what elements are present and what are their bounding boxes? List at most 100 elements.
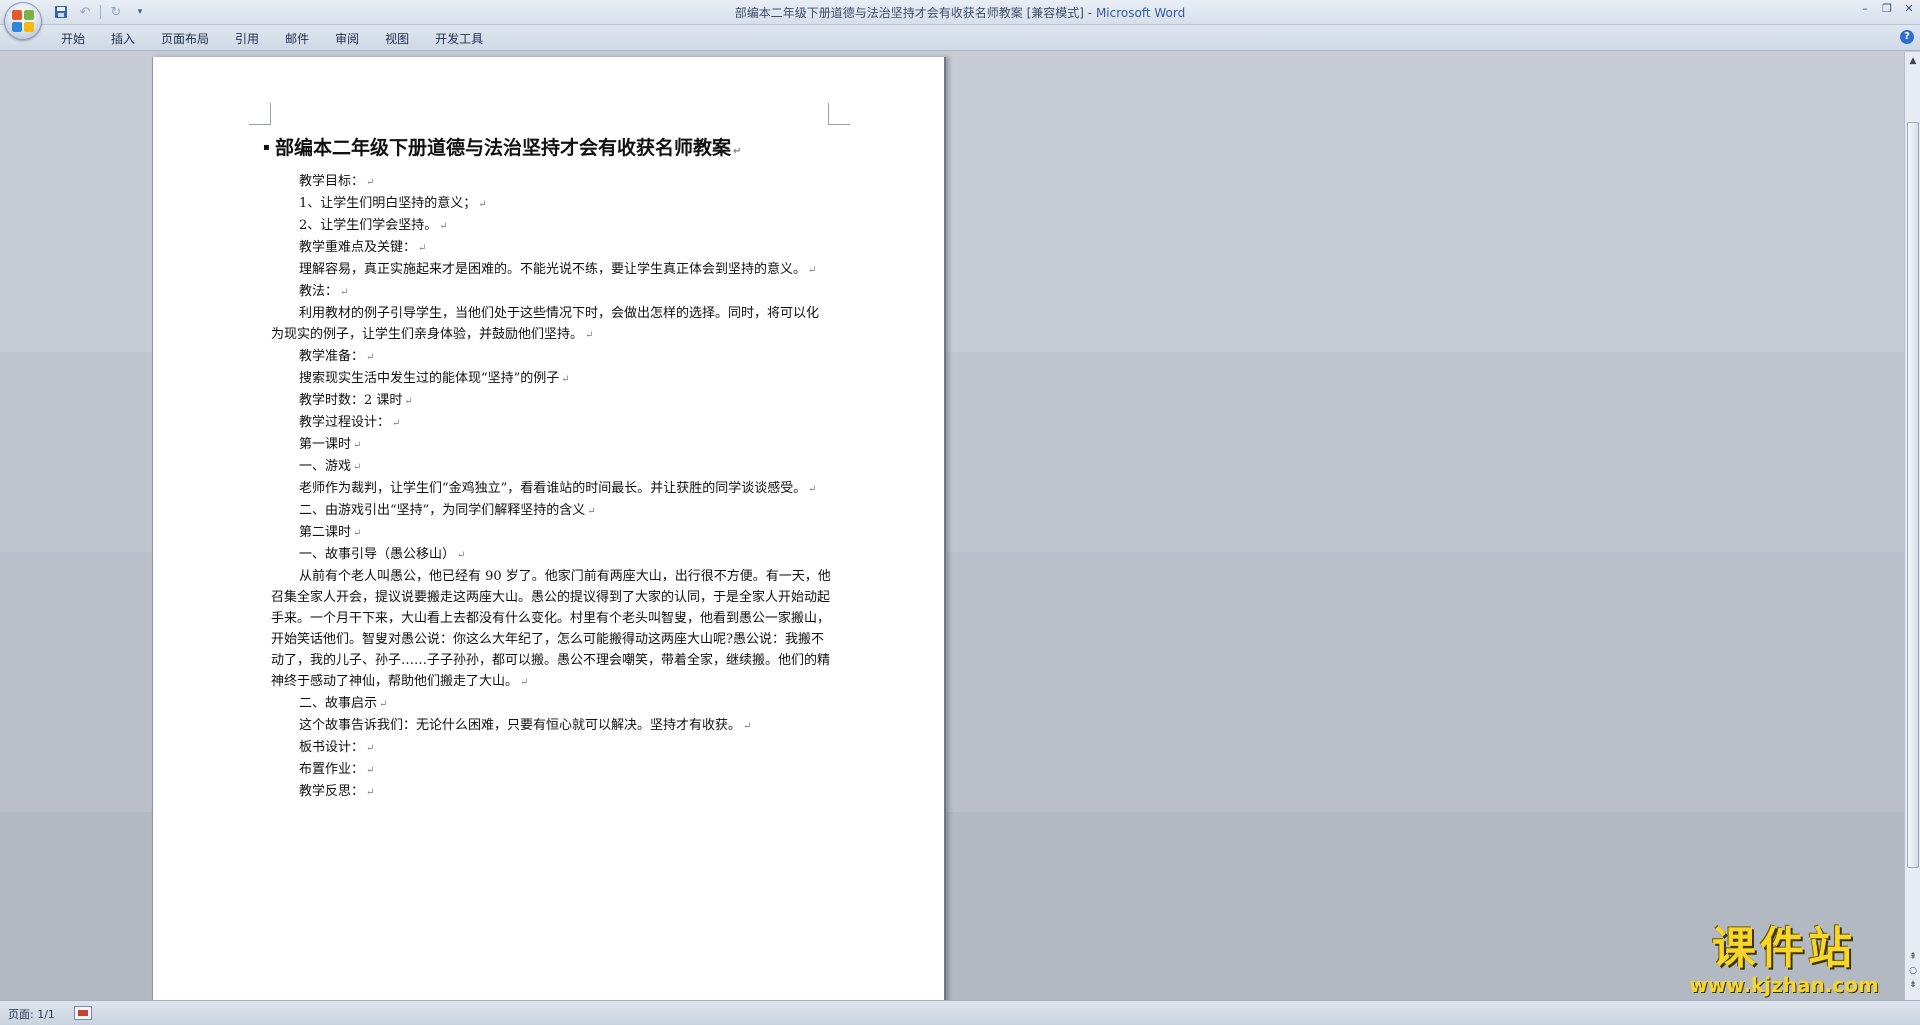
paragraph-text: 板书设计： [299, 740, 365, 755]
document-paragraph: 1、让学生们明白坚持的意义； ↵ [271, 193, 831, 215]
document-title-text: 部编本二年级下册道德与法治坚持才会有收获名师教案 [275, 137, 732, 159]
proofing-icon[interactable] [74, 1006, 92, 1020]
tab-mailings[interactable]: 邮件 [272, 29, 322, 49]
help-icon[interactable]: ? [1900, 30, 1914, 44]
document-paragraph: 从前有个老人叫愚公，他已经有 90 岁了。他家门前有两座大山，出行很不方便。有一… [271, 566, 831, 693]
paragraph-mark: ↵ [353, 528, 362, 539]
paragraph-text: 二、故事启示 [299, 696, 378, 711]
watermark-title: 课件站 [1712, 923, 1856, 974]
document-paragraph: 教法： ↵ [271, 281, 831, 303]
tab-home[interactable]: 开始 [48, 29, 98, 49]
paragraph-text: 教学重难点及关键： [299, 240, 417, 255]
status-page-count[interactable]: 页面: 1/1 [8, 1006, 55, 1022]
scroll-up-icon[interactable]: ▲ [1906, 54, 1920, 68]
paragraph-mark: ↵ [418, 243, 427, 254]
paragraph-text: 2、让学生们学会坚持。 [299, 218, 438, 233]
document-paragraph: 教学过程设计： ↵ [271, 412, 831, 434]
previous-page-icon[interactable]: ⇞ [1906, 950, 1920, 964]
paragraph-text: 这个故事告诉我们：无论什么困难，只要有恒心就可以解决。坚持才有收获。 [299, 718, 742, 733]
paragraph-text: 二、由游戏引出“坚持”，为同学们解释坚持的含义 [299, 503, 586, 518]
paragraph-text: 搜索现实生活中发生过的能体现“坚持”的例子 [299, 371, 560, 386]
tab-insert[interactable]: 插入 [98, 29, 148, 49]
paragraph-mark: ↵ [520, 677, 529, 688]
browse-object-icon[interactable]: ○ [1906, 964, 1920, 978]
paragraph-mark: ↵ [379, 699, 388, 710]
paragraph-text: 理解容易，真正实施起来才是困难的。不能光说不练，要让学生真正体会到坚持的意义。 [299, 262, 807, 277]
paragraph-mark: ↵ [366, 765, 375, 776]
tab-developer[interactable]: 开发工具 [422, 29, 496, 49]
close-icon[interactable]: ✕ [1902, 2, 1916, 16]
document-paragraph: 二、由游戏引出“坚持”，为同学们解释坚持的含义 ↵ [271, 500, 831, 522]
document-body[interactable]: 部编本二年级下册道德与法治坚持才会有收获名师教案↵ 教学目标：↵1、让学生们明白… [263, 133, 831, 803]
paragraph-mark: ↵ [353, 440, 362, 451]
title-bar: ↶ ↻ ▾ 部编本二年级下册道德与法治坚持才会有收获名师教案 [兼容模式] - … [0, 0, 1920, 40]
paragraph-mark: ↵ [340, 287, 349, 298]
paragraph-text: 从前有个老人叫愚公，他已经有 90 岁了。他家门前有两座大山，出行很不方便。有一… [271, 569, 831, 689]
status-bar: 页面: 1/1 [0, 1000, 1920, 1025]
document-paragraph: 教学目标： ↵ [271, 171, 831, 193]
document-paragraph: 教学准备： ↵ [271, 346, 831, 368]
document-paragraph: 第一课时 ↵ [271, 434, 831, 456]
paragraph-text: 教学过程设计： [299, 415, 391, 430]
minimize-icon[interactable]: – [1858, 2, 1872, 16]
document-page[interactable]: 部编本二年级下册道德与法治坚持才会有收获名师教案↵ 教学目标：↵1、让学生们明白… [152, 57, 946, 1007]
window-title-app: Microsoft Word [1095, 6, 1186, 20]
document-paragraph: 第二课时 ↵ [271, 522, 831, 544]
window-controls: – ❐ ✕ [1858, 2, 1916, 16]
paragraph-mark: ↵ [457, 550, 466, 561]
document-paragraph: 2、让学生们学会坚持。 ↵ [271, 215, 831, 237]
document-title: 部编本二年级下册道德与法治坚持才会有收获名师教案↵ [263, 133, 831, 167]
paragraph-text: 布置作业： [299, 762, 365, 777]
paragraph-mark: ↵ [808, 484, 817, 495]
paragraph-mark: ↵ [478, 199, 487, 210]
paragraph-mark: ↵ [392, 418, 401, 429]
paragraph-mark: ↵ [404, 396, 413, 407]
paragraph-text: 教学时数：2 课时 [299, 393, 403, 408]
document-workspace: 部编本二年级下册道德与法治坚持才会有收获名师教案↵ 教学目标：↵1、让学生们明白… [0, 52, 1904, 1007]
paragraph-mark: ↵ [366, 787, 375, 798]
crop-mark-top-right [828, 103, 850, 125]
paragraph-text: 1、让学生们明白坚持的意义； [299, 196, 477, 211]
restore-icon[interactable]: ❐ [1880, 2, 1894, 16]
paragraph-mark: ↵ [733, 146, 742, 157]
watermark-logo: 课件站 www.kjzhan.com [1668, 925, 1900, 1000]
tab-page-layout[interactable]: 页面布局 [148, 29, 222, 49]
paragraph-mark: ↵ [366, 743, 375, 754]
paragraph-mark: ↵ [353, 462, 362, 473]
document-paragraph: 教学反思： ↵ [271, 781, 831, 803]
paragraph-mark: ↵ [439, 221, 448, 232]
tab-review[interactable]: 审阅 [322, 29, 372, 49]
paragraph-mark: ↵ [587, 506, 596, 517]
document-paragraph: 理解容易，真正实施起来才是困难的。不能光说不练，要让学生真正体会到坚持的意义。 ↵ [271, 259, 831, 281]
paragraph-text: 老师作为裁判，让学生们“金鸡独立”，看看谁站的时间最长。并让获胜的同学谈谈感受。 [299, 481, 807, 496]
paragraph-text: 教法： [299, 284, 339, 299]
paragraph-mark: ↵ [808, 265, 817, 276]
paragraph-text: 教学反思： [299, 784, 365, 799]
watermark-url: www.kjzhan.com [1689, 973, 1879, 997]
document-paragraph: 一、故事引导（愚公移山） ↵ [271, 544, 831, 566]
document-paragraph: 搜索现实生活中发生过的能体现“坚持”的例子 ↵ [271, 368, 831, 390]
document-paragraph: 老师作为裁判，让学生们“金鸡独立”，看看谁站的时间最长。并让获胜的同学谈谈感受。… [271, 478, 831, 500]
paragraph-mark: ↵ [561, 374, 570, 385]
paragraph-mark: ↵ [366, 352, 375, 363]
window-title-separator: - [1083, 6, 1096, 20]
tab-view[interactable]: 视图 [372, 29, 422, 49]
document-paragraph: 这个故事告诉我们：无论什么困难，只要有恒心就可以解决。坚持才有收获。 ↵ [271, 715, 831, 737]
next-page-icon[interactable]: ⇟ [1906, 978, 1920, 992]
ribbon: 开始 插入 页面布局 引用 邮件 审阅 视图 开发工具 ? [0, 25, 1920, 51]
document-paragraph: 利用教材的例子引导学生，当他们处于这些情况下时，会做出怎样的选择。同时，将可以化… [271, 303, 831, 346]
office-button[interactable] [4, 2, 42, 40]
document-paragraph: 一、游戏 ↵ [271, 456, 831, 478]
paragraph-text: 利用教材的例子引导学生，当他们处于这些情况下时，会做出怎样的选择。同时，将可以化… [271, 306, 820, 342]
crop-mark-top-left [249, 103, 271, 125]
ribbon-tabs: 开始 插入 页面布局 引用 邮件 审阅 视图 开发工具 [48, 29, 496, 49]
paragraph-text: 教学准备： [299, 349, 365, 364]
scrollbar-thumb[interactable] [1907, 122, 1919, 868]
window-title: 部编本二年级下册道德与法治坚持才会有收获名师教案 [兼容模式] - Micros… [0, 4, 1920, 21]
vertical-scrollbar[interactable]: ▲ ⇞ ○ ⇟ [1904, 52, 1920, 1000]
tab-references[interactable]: 引用 [222, 29, 272, 49]
paragraph-list: 教学目标： ↵ 1、让学生们明白坚持的意义； ↵ 2、让学生们学会坚持。 ↵ 教学重难点及关… [271, 171, 831, 803]
paragraph-mark: ↵ [743, 721, 752, 732]
paragraph-text: 一、故事引导（愚公移山） [299, 547, 456, 562]
paragraph-text: 教学目标： [299, 174, 365, 189]
